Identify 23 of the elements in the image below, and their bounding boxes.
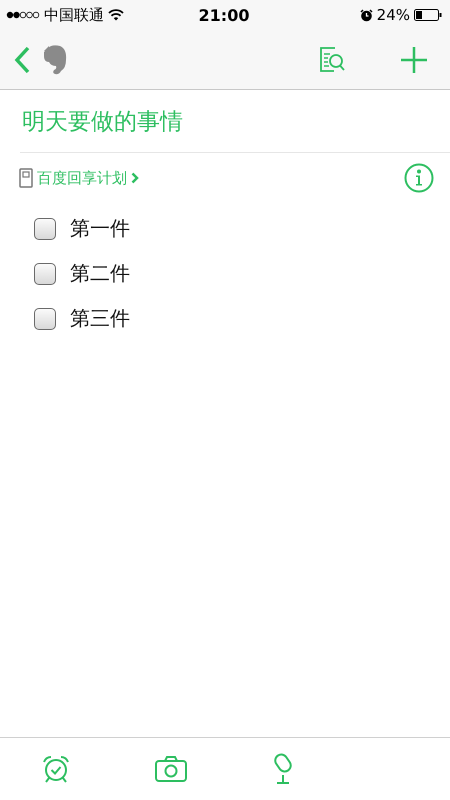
notebook-link[interactable]: 百度回享计划 xyxy=(37,168,127,188)
note-title[interactable]: 明天要做的事情 xyxy=(20,90,450,153)
add-icon[interactable] xyxy=(400,46,428,74)
checklist-item: 第三件 xyxy=(70,305,130,332)
alarm-icon xyxy=(360,8,373,22)
checkbox[interactable] xyxy=(34,262,56,284)
battery-percent: 24% xyxy=(376,6,410,24)
checkbox[interactable] xyxy=(34,308,56,330)
alarm-clock-icon[interactable] xyxy=(41,754,72,784)
notebook-icon xyxy=(19,168,33,188)
info-icon[interactable] xyxy=(404,163,434,193)
note-search-icon[interactable] xyxy=(318,46,346,74)
camera-icon[interactable] xyxy=(154,755,188,783)
chevron-icon[interactable] xyxy=(131,172,139,184)
battery-icon xyxy=(414,9,442,21)
wifi-icon xyxy=(108,9,124,21)
back-icon[interactable] xyxy=(12,44,32,74)
checkbox[interactable] xyxy=(34,218,56,240)
checklist-item: 第二件 xyxy=(70,260,130,287)
checklist-item: 第一件 xyxy=(70,215,130,242)
signal-icon xyxy=(6,11,40,19)
carrier-name: 中国联通 xyxy=(44,6,104,24)
status-time: 21:00 xyxy=(198,6,250,24)
